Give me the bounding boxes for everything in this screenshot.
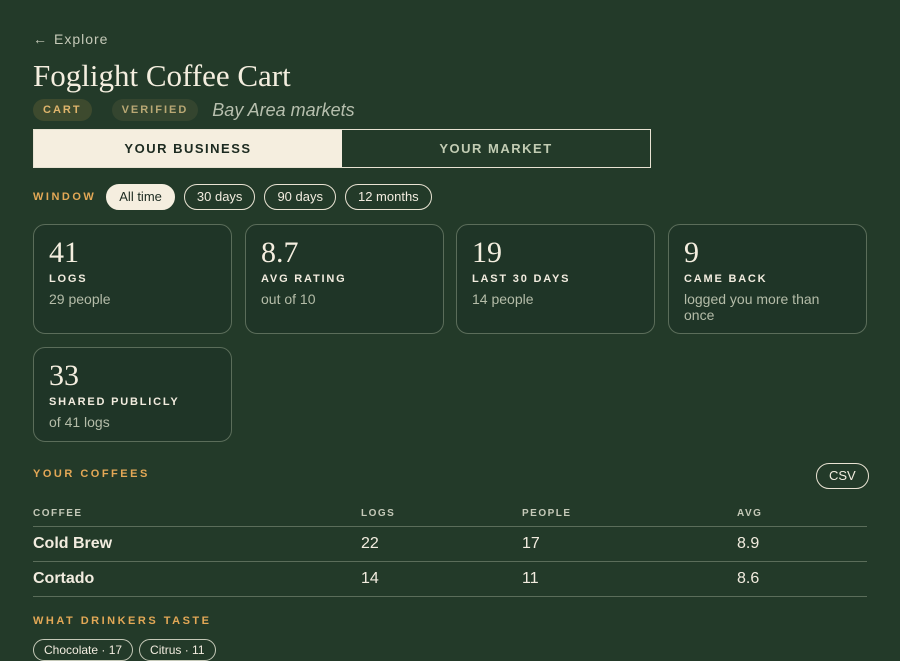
stat-label: AVG RATING xyxy=(261,273,347,285)
col-people[interactable]: PEOPLE xyxy=(522,508,737,519)
stat-label: CAME BACK xyxy=(684,273,768,285)
stat-label: LAST 30 DAYS xyxy=(472,273,571,285)
coffee-name: Cortado xyxy=(33,570,95,587)
view-tabs: YOUR BUSINESS YOUR MARKET xyxy=(33,129,651,168)
stat-sub: out of 10 xyxy=(261,291,316,307)
stat-card-last-30-days: 19 LAST 30 DAYS 14 people xyxy=(456,224,655,334)
coffee-avg: 8.6 xyxy=(737,570,760,587)
stat-sub: logged you more than once xyxy=(684,291,820,323)
csv-export-button[interactable]: CSV xyxy=(816,463,869,489)
badge-row: CART VERIFIED Bay Area markets xyxy=(33,99,355,121)
coffee-logs: 22 xyxy=(361,535,379,552)
tab-your-market[interactable]: YOUR MARKET xyxy=(342,130,650,167)
col-coffee[interactable]: COFFEE xyxy=(33,508,361,519)
tastes-title: WHAT DRINKERS TASTE xyxy=(33,615,212,627)
taste-chip[interactable]: Citrus · 11 xyxy=(139,639,216,661)
coffee-people: 17 xyxy=(522,535,540,552)
window-option-12-months[interactable]: 12 months xyxy=(344,184,432,210)
coffee-avg: 8.9 xyxy=(737,535,760,552)
back-arrow-icon: ← xyxy=(33,31,48,47)
taste-chip[interactable]: Chocolate · 17 xyxy=(33,639,134,661)
back-label: Explore xyxy=(54,31,109,47)
window-option-30-days[interactable]: 30 days xyxy=(183,184,256,210)
coffees-table: COFFEE LOGS PEOPLE AVG Cold Brew 22 17 8… xyxy=(33,500,867,597)
tab-your-business[interactable]: YOUR BUSINESS xyxy=(34,130,342,167)
region-label: Bay Area markets xyxy=(212,99,355,120)
coffee-people: 11 xyxy=(522,570,539,587)
stat-card-logs: 41 LOGS 29 people xyxy=(33,224,232,334)
window-filter: WINDOW All time 30 days 90 days 12 month… xyxy=(33,184,441,210)
stat-label: SHARED PUBLICLY xyxy=(49,396,180,408)
stat-card-shared-publicly: 33 SHARED PUBLICLY of 41 logs xyxy=(33,347,232,442)
stat-value: 41 xyxy=(49,236,79,269)
taste-chips: Chocolate · 17 Citrus · 11 xyxy=(33,639,222,661)
stat-value: 9 xyxy=(684,236,699,269)
stat-card-came-back: 9 CAME BACK logged you more than once xyxy=(668,224,867,334)
coffee-logs: 14 xyxy=(361,570,379,587)
stat-sub: 29 people xyxy=(49,291,111,307)
stat-card-avg-rating: 8.7 AVG RATING out of 10 xyxy=(245,224,444,334)
window-option-90-days[interactable]: 90 days xyxy=(264,184,336,210)
window-option-all-time[interactable]: All time xyxy=(106,184,175,210)
page-title: Foglight Coffee Cart xyxy=(33,58,291,93)
col-logs[interactable]: LOGS xyxy=(361,508,522,519)
your-coffees-title: YOUR COFFEES xyxy=(33,468,150,480)
verified-badge: VERIFIED xyxy=(111,99,199,121)
stat-sub: 14 people xyxy=(472,291,534,307)
table-row[interactable]: Cold Brew 22 17 8.9 xyxy=(33,527,867,562)
col-avg[interactable]: AVG xyxy=(737,508,867,519)
stat-value: 19 xyxy=(472,236,502,269)
stat-label: LOGS xyxy=(49,273,88,285)
window-label: WINDOW xyxy=(33,191,97,203)
back-link[interactable]: ← Explore xyxy=(33,31,108,47)
coffee-name: Cold Brew xyxy=(33,535,113,552)
table-header: COFFEE LOGS PEOPLE AVG xyxy=(33,500,867,527)
table-row[interactable]: Cortado 14 11 8.6 xyxy=(33,562,867,597)
stat-sub: of 41 logs xyxy=(49,414,110,430)
stat-value: 33 xyxy=(49,359,79,392)
cart-badge: CART xyxy=(33,99,92,121)
stat-value: 8.7 xyxy=(261,236,299,269)
